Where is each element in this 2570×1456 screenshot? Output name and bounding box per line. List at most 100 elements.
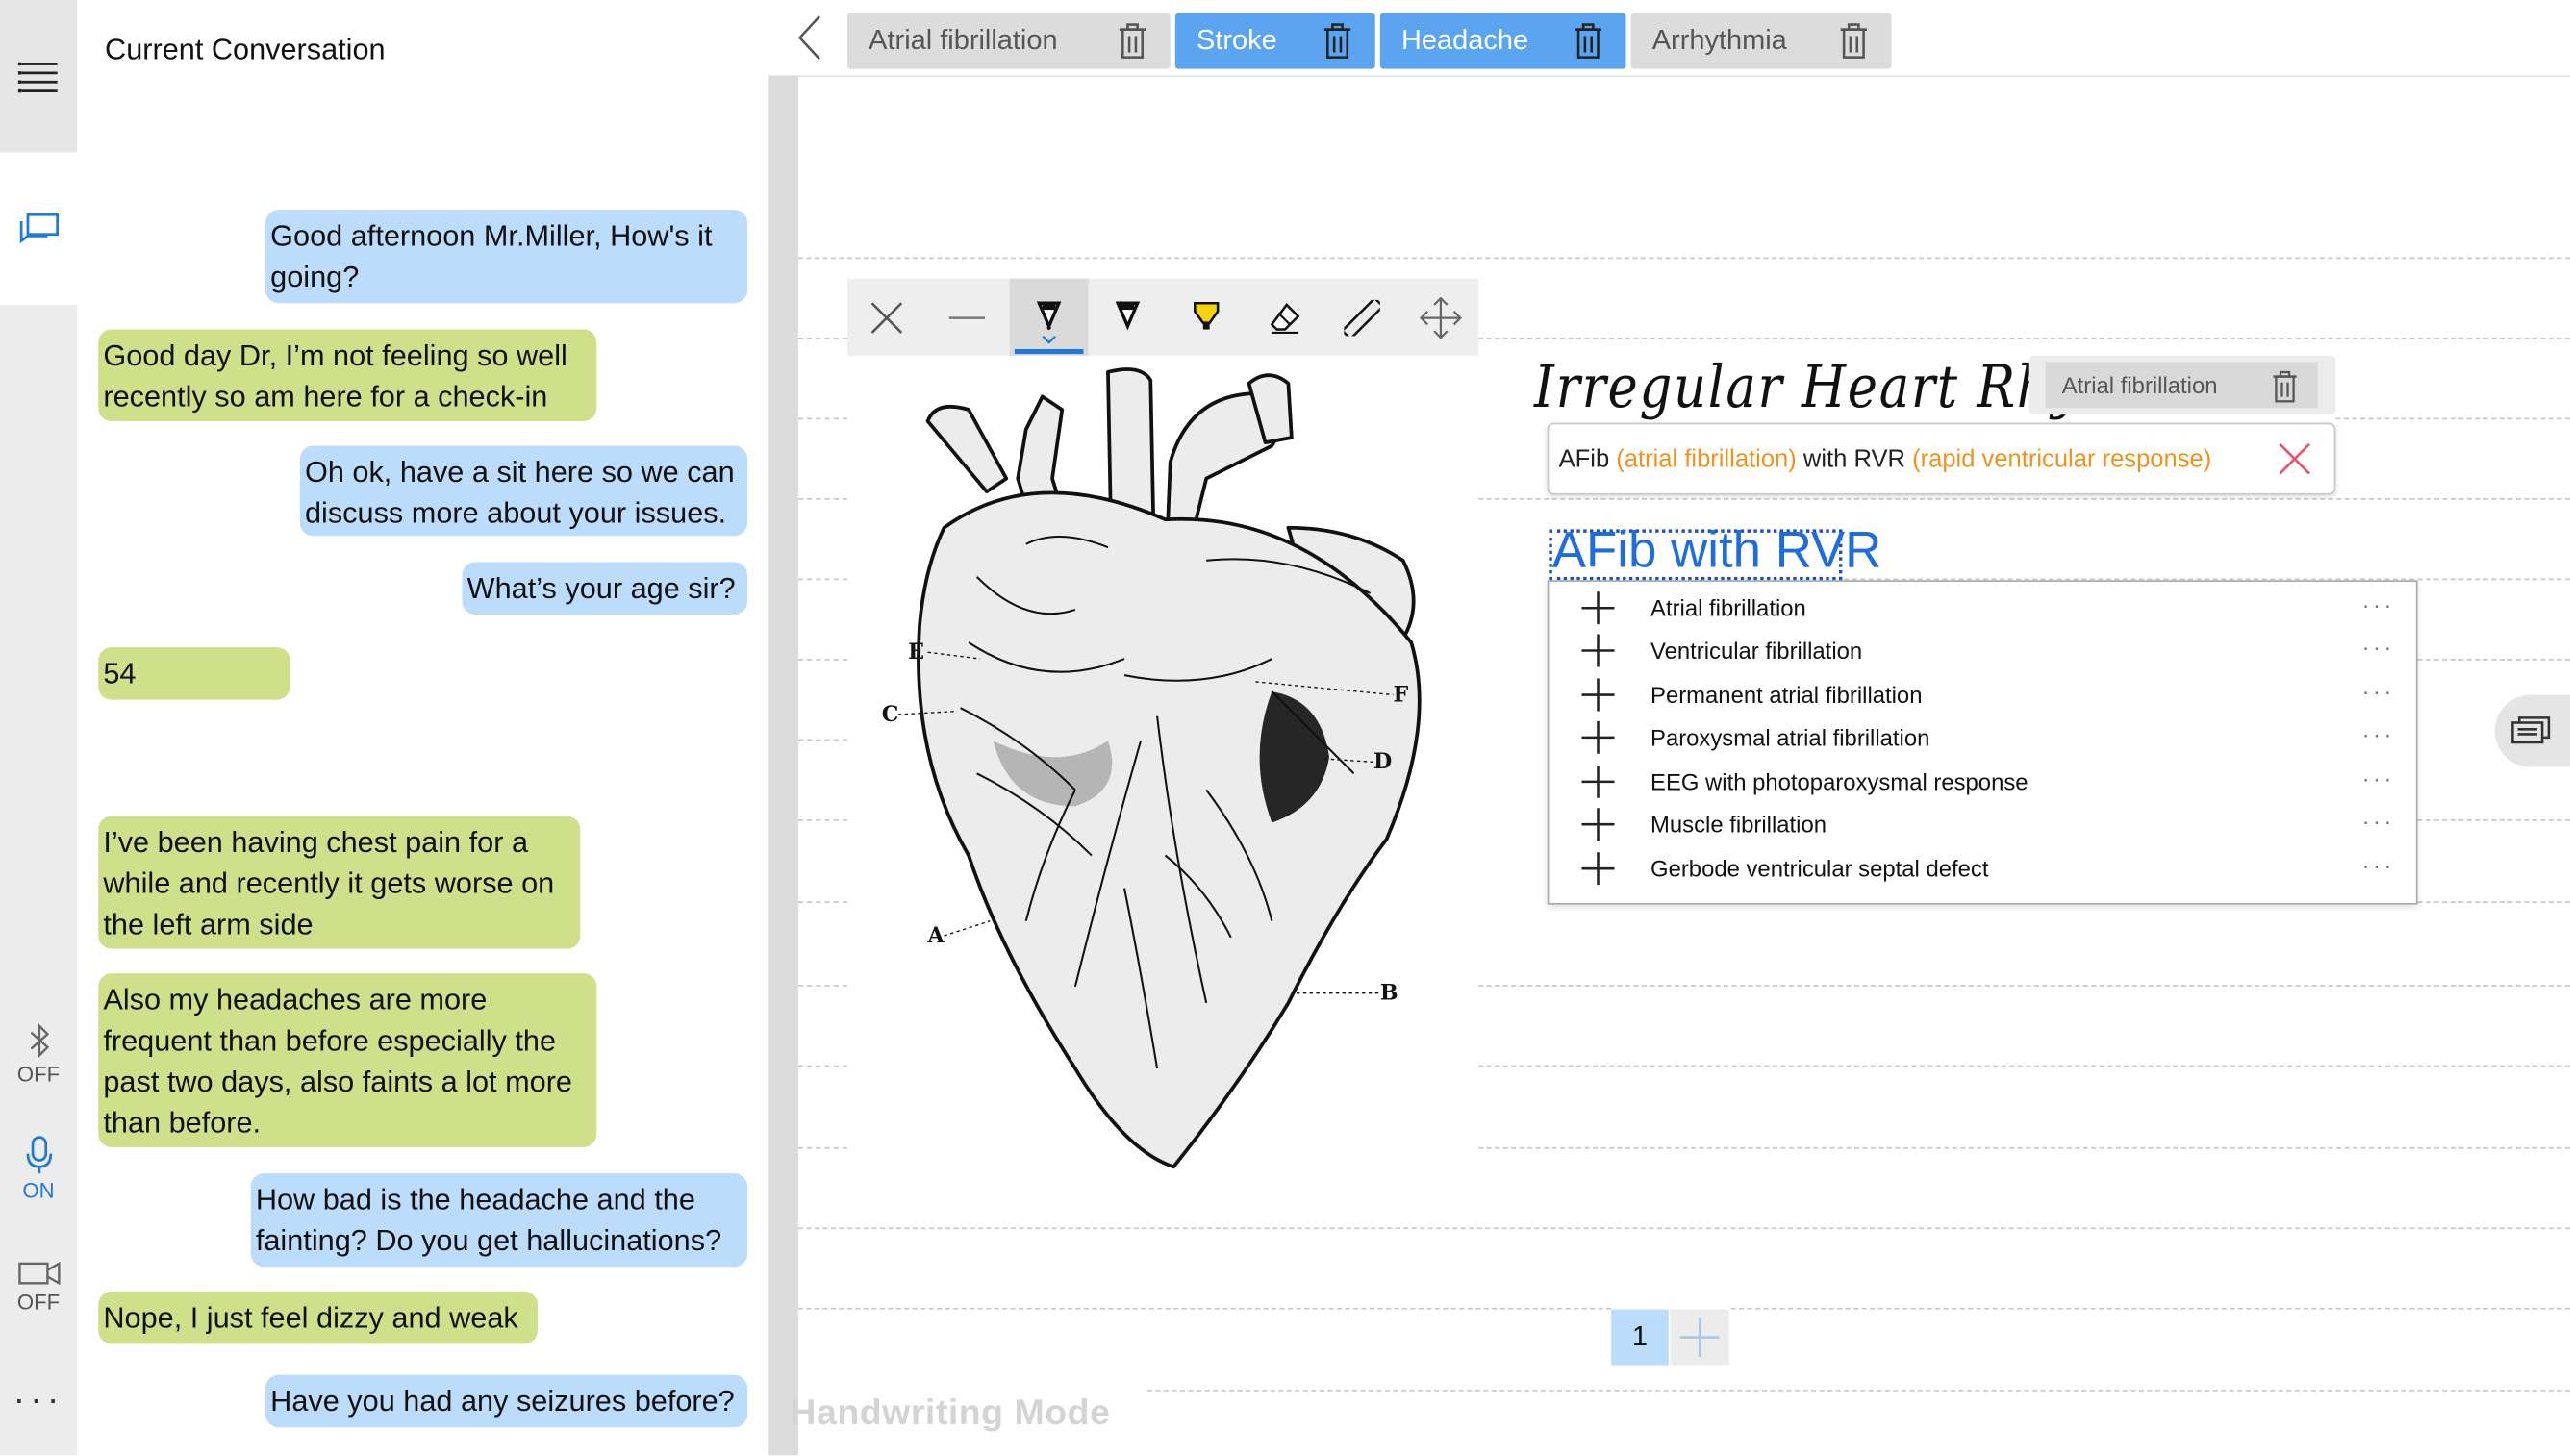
more-icon[interactable]: ··· <box>2362 591 2395 617</box>
tab-headache[interactable]: Headache <box>1379 13 1626 69</box>
line-tool-button[interactable] <box>928 279 1007 356</box>
bluetooth-icon <box>29 1022 49 1058</box>
trash-icon[interactable] <box>2272 370 2298 403</box>
pencil-button[interactable] <box>1089 279 1168 356</box>
highlighter-button[interactable] <box>1167 279 1246 356</box>
ballpoint-pen-button[interactable] <box>1009 278 1089 356</box>
suggestion-abbrev: with RVR <box>1802 444 1905 473</box>
ruled-line <box>1730 1307 2570 1310</box>
left-rail: OFF ON OFF ··· <box>0 0 78 1456</box>
list-item[interactable]: Muscle fibrillation ··· <box>1549 801 2415 845</box>
ruled-line <box>797 901 848 903</box>
selected-handwriting[interactable]: AFib with RVR <box>1549 521 1881 581</box>
term-suggestion-list: Atrial fibrillation ··· Ventricular fibr… <box>1547 580 2418 905</box>
close-toolbar-button[interactable] <box>847 279 926 356</box>
move-button[interactable] <box>1401 279 1478 356</box>
list-item[interactable]: Permanent atrial fibrillation ··· <box>1549 672 2415 716</box>
collapse-panel-button[interactable] <box>794 13 826 63</box>
camera-icon <box>17 1260 60 1285</box>
conversation-button[interactable] <box>0 152 78 305</box>
plus-icon[interactable] <box>1581 720 1615 754</box>
more-icon[interactable]: ··· <box>2362 852 2395 878</box>
tag-chip-body: Atrial fibrillation <box>2045 362 2318 409</box>
recognized-tag-chip[interactable]: Atrial fibrillation <box>2028 355 2336 415</box>
ruled-line <box>797 338 848 339</box>
ruled-line <box>797 417 848 420</box>
message-bubble[interactable]: Have you had any seizures before? <box>265 1374 748 1428</box>
tab-label: Stroke <box>1196 24 1277 56</box>
plus-icon[interactable] <box>1581 765 1615 798</box>
plus-icon[interactable] <box>1581 634 1615 667</box>
list-item-label: Atrial fibrillation <box>1650 593 1806 621</box>
tab-label: Atrial fibrillation <box>869 24 1058 56</box>
suggestion-expansion: (atrial fibrillation) <box>1616 444 1797 473</box>
chevron-down-icon <box>1042 336 1056 344</box>
message-bubble[interactable]: 54 <box>98 647 290 700</box>
ruler-icon <box>1344 298 1380 336</box>
plus-icon <box>1679 1318 1720 1357</box>
tab-arrhythmia[interactable]: Arrhythmia <box>1630 13 1892 69</box>
panel-scrollbar[interactable] <box>768 75 798 1456</box>
close-icon <box>870 301 903 333</box>
ruled-line <box>797 498 848 500</box>
trash-icon[interactable] <box>1118 23 1147 59</box>
ruled-line <box>1146 1390 2570 1392</box>
ruled-line <box>797 257 2570 260</box>
more-icon[interactable]: ··· <box>2362 766 2395 791</box>
more-icon[interactable]: ··· <box>2362 808 2395 834</box>
add-page-button[interactable] <box>1670 1309 1729 1366</box>
trash-icon[interactable] <box>1574 23 1603 59</box>
handwritten-selection: AFib with RVR <box>1551 520 1882 579</box>
list-item-label: Ventricular fibrillation <box>1650 637 1863 664</box>
message-bubble[interactable]: Oh ok, have a sit here so we can discuss… <box>299 445 748 537</box>
trash-icon[interactable] <box>1323 23 1352 59</box>
ruler-button[interactable] <box>1323 279 1401 356</box>
plus-icon[interactable] <box>1581 591 1615 625</box>
camera-toggle[interactable]: OFF <box>0 1243 77 1331</box>
ruled-line <box>797 1065 848 1067</box>
figure-label-a: A <box>927 923 945 948</box>
more-icon[interactable]: ··· <box>2362 721 2395 747</box>
abbreviation-suggestion[interactable]: AFib (atrial fibrillation) with RVR (rap… <box>1547 422 2336 495</box>
ruled-line <box>1478 1146 2570 1149</box>
list-item[interactable]: Paroxysmal atrial fibrillation ··· <box>1549 715 2415 759</box>
plus-icon[interactable] <box>1581 808 1615 841</box>
list-item-label: Muscle fibrillation <box>1650 810 1827 837</box>
page-number[interactable]: 1 <box>1611 1309 1669 1366</box>
tag-chip-label: Atrial fibrillation <box>2061 371 2218 399</box>
more-icon[interactable]: ··· <box>2362 678 2395 704</box>
tab-atrial-fibrillation[interactable]: Atrial fibrillation <box>847 13 1171 69</box>
ruled-line <box>1478 985 2570 987</box>
message-bubble[interactable]: How bad is the headache and the fainting… <box>250 1173 748 1268</box>
plus-icon[interactable] <box>1581 678 1615 712</box>
cards-icon <box>2511 716 2551 744</box>
side-panel-button[interactable] <box>2494 694 2570 767</box>
heart-illustration[interactable]: E C F D A B <box>878 364 1435 1183</box>
trash-icon[interactable] <box>1839 23 1869 59</box>
more-button[interactable]: ··· <box>0 1373 77 1426</box>
message-bubble[interactable]: Also my headaches are more frequent than… <box>98 973 597 1147</box>
message-bubble[interactable]: I’ve been having chest pain for a while … <box>98 816 581 949</box>
message-bubble[interactable]: Good day Dr, I’m not feeling so well rec… <box>98 329 597 421</box>
message-bubble[interactable]: Good afternoon Mr.Miller, How's it going… <box>265 210 748 304</box>
list-item[interactable]: Gerbode ventricular septal defect ··· <box>1549 845 2415 890</box>
more-icon[interactable]: ··· <box>2362 634 2395 660</box>
app-window: OFF ON OFF ··· Current Conversation Good… <box>0 0 2570 1456</box>
list-item[interactable]: Ventricular fibrillation ··· <box>1549 628 2415 672</box>
list-item-label: Gerbode ventricular septal defect <box>1650 854 1989 881</box>
move-icon <box>1419 295 1462 339</box>
message-bubble[interactable]: What’s your age sir? <box>462 562 748 615</box>
bluetooth-toggle[interactable]: OFF <box>0 1008 77 1099</box>
list-item[interactable]: Atrial fibrillation ··· <box>1549 585 2415 629</box>
menu-button[interactable] <box>0 0 78 153</box>
list-item[interactable]: EEG with photoparoxysmal response ··· <box>1549 759 2415 803</box>
message-bubble[interactable]: Nope, I just feel dizzy and weak <box>98 1291 538 1344</box>
tab-stroke[interactable]: Stroke <box>1174 13 1375 69</box>
list-item-label: Permanent atrial fibrillation <box>1650 681 1923 708</box>
plus-icon[interactable] <box>1581 852 1615 886</box>
microphone-toggle[interactable]: ON <box>0 1124 77 1213</box>
close-icon[interactable] <box>2279 442 2311 475</box>
eraser-button[interactable] <box>1246 279 1324 356</box>
microphone-state: ON <box>22 1177 55 1202</box>
list-item-label: Paroxysmal atrial fibrillation <box>1650 723 1930 750</box>
